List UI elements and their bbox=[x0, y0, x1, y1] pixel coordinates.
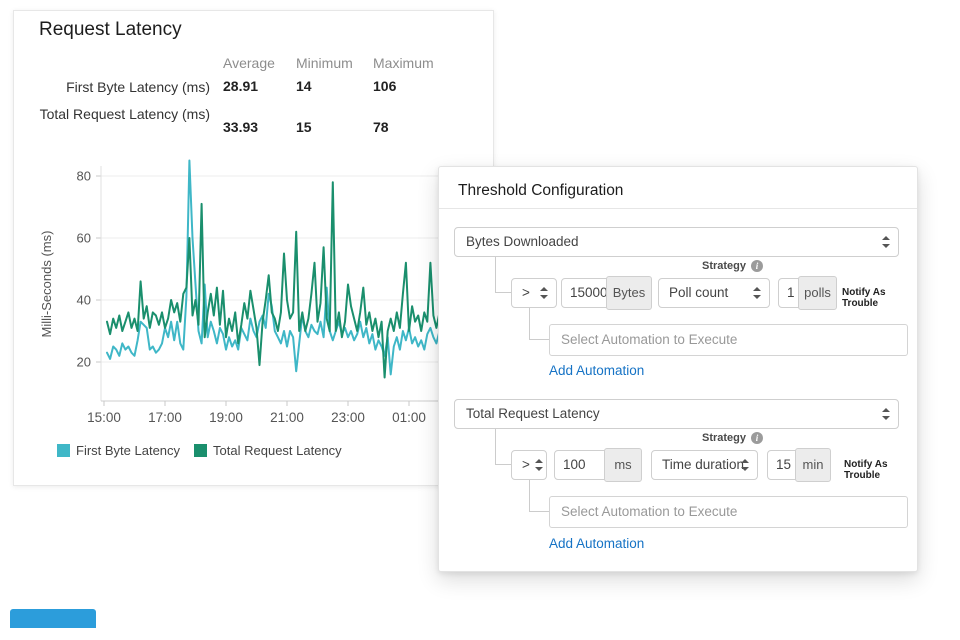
total-request-minimum: 15 bbox=[296, 119, 312, 135]
svg-text:21:00: 21:00 bbox=[270, 410, 304, 425]
total-request-legend-label: Total Request Latency bbox=[213, 443, 342, 458]
divider bbox=[439, 208, 917, 209]
strategy-select-value: Time duration bbox=[662, 457, 744, 472]
strategy-select-value: Poll count bbox=[669, 285, 728, 300]
first-byte-average: 28.91 bbox=[223, 78, 258, 94]
threshold-value-input[interactable]: 100 bbox=[554, 450, 605, 480]
svg-text:20: 20 bbox=[77, 355, 91, 370]
svg-text:17:00: 17:00 bbox=[148, 410, 182, 425]
svg-text:60: 60 bbox=[77, 231, 91, 246]
attribute-select-value: Bytes Downloaded bbox=[466, 234, 579, 249]
unit-suffix: Bytes bbox=[606, 276, 652, 310]
svg-text:Milli-Seconds (ms): Milli-Seconds (ms) bbox=[39, 231, 54, 338]
svg-text:80: 80 bbox=[77, 169, 91, 184]
strategy-value-input[interactable]: 1 bbox=[778, 278, 799, 308]
screen: Request Latency Average Minimum Maximum … bbox=[0, 0, 960, 640]
first-byte-legend-label: First Byte Latency bbox=[76, 443, 180, 458]
request-latency-panel: Request Latency Average Minimum Maximum … bbox=[13, 10, 494, 486]
strategy-select[interactable]: Poll count bbox=[658, 278, 770, 308]
threshold-panel-title: Threshold Configuration bbox=[458, 182, 623, 200]
comparator-select[interactable]: > bbox=[511, 450, 547, 480]
total-request-maximum: 78 bbox=[373, 119, 389, 135]
attribute-select-bytes-downloaded[interactable]: Bytes Downloaded bbox=[454, 227, 899, 257]
notify-as-trouble-label: Notify As Trouble bbox=[844, 459, 917, 481]
first-byte-maximum: 106 bbox=[373, 78, 396, 94]
threshold-value-input[interactable]: 15000 bbox=[561, 278, 607, 308]
info-icon[interactable]: i bbox=[751, 260, 763, 272]
col-header-minimum: Minimum bbox=[296, 55, 353, 71]
select-stepper-icon bbox=[881, 408, 889, 420]
strategy-value-input[interactable]: 15 bbox=[767, 450, 796, 480]
attribute-select-value: Total Request Latency bbox=[466, 406, 600, 421]
select-stepper-icon bbox=[752, 287, 760, 299]
info-icon[interactable]: i bbox=[751, 432, 763, 444]
select-stepper-icon bbox=[539, 287, 547, 299]
strategy-text: Strategy bbox=[702, 432, 746, 444]
chart-legend: First Byte Latency Total Request Latency bbox=[57, 443, 350, 458]
col-header-average: Average bbox=[223, 55, 275, 71]
attribute-select-total-request-latency[interactable]: Total Request Latency bbox=[454, 399, 899, 429]
unit-suffix: ms bbox=[604, 448, 642, 482]
select-stepper-icon bbox=[881, 236, 889, 248]
tree-connector bbox=[495, 257, 512, 293]
svg-text:19:00: 19:00 bbox=[209, 410, 243, 425]
strategy-unit-suffix: min bbox=[795, 448, 831, 482]
strategy-label: Strategy i bbox=[702, 432, 763, 444]
panel-title: Request Latency bbox=[39, 19, 182, 41]
total-request-legend-swatch bbox=[194, 444, 207, 457]
row-label-first-byte: First Byte Latency (ms) bbox=[24, 78, 210, 97]
add-automation-link[interactable]: Add Automation bbox=[549, 536, 644, 551]
partial-save-button[interactable] bbox=[10, 609, 96, 628]
strategy-text: Strategy bbox=[702, 260, 746, 272]
total-request-average: 33.93 bbox=[223, 119, 258, 135]
comparator-select[interactable]: > bbox=[511, 278, 557, 308]
row-label-total-request: Total Request Latency (ms) bbox=[24, 105, 210, 124]
latency-line-chart: 20 40 60 80 15:00 17:00 19:00 21:00 23:00 01:00 Mi… bbox=[14, 156, 493, 436]
tree-connector bbox=[495, 429, 512, 465]
first-byte-legend-swatch bbox=[57, 444, 70, 457]
select-stepper-icon bbox=[534, 459, 542, 471]
col-header-maximum: Maximum bbox=[373, 55, 434, 71]
svg-text:40: 40 bbox=[77, 293, 91, 308]
automation-select-input[interactable]: Select Automation to Execute bbox=[549, 324, 908, 356]
comparator-value: > bbox=[522, 285, 530, 300]
strategy-label: Strategy i bbox=[702, 260, 763, 272]
automation-select-input[interactable]: Select Automation to Execute bbox=[549, 496, 908, 528]
select-stepper-icon bbox=[740, 459, 748, 471]
add-automation-link[interactable]: Add Automation bbox=[549, 363, 644, 378]
strategy-select[interactable]: Time duration bbox=[651, 450, 758, 480]
strategy-unit-suffix: polls bbox=[798, 276, 837, 310]
notify-as-trouble-label: Notify As Trouble bbox=[842, 287, 917, 309]
threshold-configuration-panel: Threshold Configuration Bytes Downloaded… bbox=[438, 166, 918, 572]
svg-text:23:00: 23:00 bbox=[331, 410, 365, 425]
svg-text:15:00: 15:00 bbox=[87, 410, 121, 425]
svg-text:01:00: 01:00 bbox=[392, 410, 426, 425]
first-byte-minimum: 14 bbox=[296, 78, 312, 94]
comparator-value: > bbox=[522, 457, 530, 472]
